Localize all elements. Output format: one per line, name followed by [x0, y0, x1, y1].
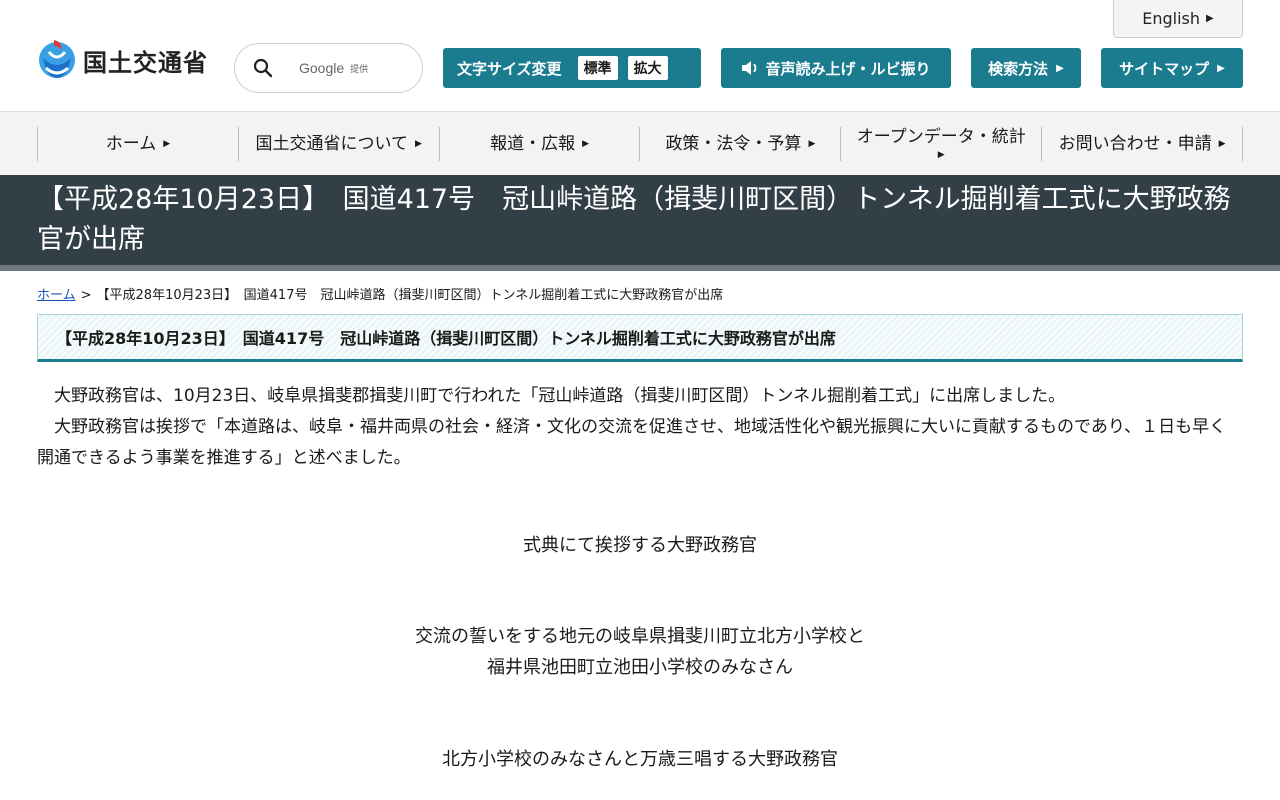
mlit-logo[interactable]: 国土交通省 — [37, 38, 208, 82]
breadcrumb-current: 【平成28年10月23日】 国道417号 冠山峠道路（揖斐川町区間）トンネル掘削… — [96, 288, 724, 303]
sitemap-button[interactable]: サイトマップ ▶ — [1101, 48, 1243, 88]
triangle-right-icon: ▶ — [163, 138, 171, 149]
triangle-right-icon: ▶ — [808, 138, 816, 149]
nav-item-label: ホーム — [105, 133, 157, 154]
photo-caption: 式典にて挨拶する大野政務官 — [37, 530, 1243, 561]
font-size-label: 文字サイズ変更 — [457, 59, 562, 78]
search-icon — [253, 58, 273, 78]
breadcrumb: ホーム > 【平成28年10月23日】 国道417号 冠山峠道路（揖斐川町区間）トン… — [37, 284, 723, 303]
language-label: English — [1142, 9, 1201, 28]
article-paragraph: 大野政務官は、10月23日、岐阜県揖斐郡揖斐川町で行われた「冠山峠道路（揖斐川町… — [54, 386, 1066, 406]
nav-item-label: お問い合わせ・申請 — [1058, 133, 1212, 154]
mlit-emblem-icon — [39, 40, 75, 78]
search-provider: Google — [299, 60, 345, 76]
site-search[interactable]: Google 提供 — [234, 43, 423, 93]
nav-item-policy[interactable]: 政策・法令・予算 ▶ — [639, 127, 840, 161]
font-size-large-button[interactable]: 拡大 — [627, 56, 668, 80]
nav-item-label: 国土交通省について — [255, 133, 409, 154]
triangle-right-icon: ▶ — [1218, 138, 1226, 149]
photo-caption-line: 福井県池田町立池田小学校のみなさん — [487, 657, 793, 678]
nav-item-home[interactable]: ホーム ▶ — [37, 127, 238, 161]
triangle-right-icon: ▶ — [1206, 13, 1214, 24]
breadcrumb-separator: > — [80, 288, 92, 303]
photo-caption-line: 北方小学校のみなさんと万歳三唱する大野政務官 — [442, 749, 838, 770]
breadcrumb-home-link[interactable]: ホーム — [37, 288, 76, 303]
nav-item-label: オープンデータ・統計 — [856, 127, 1026, 148]
voice-reading-button[interactable]: 音声読み上げ・ルビ振り — [721, 48, 951, 88]
font-size-control: 文字サイズ変更 標準 拡大 — [443, 48, 701, 88]
language-switch-english[interactable]: English ▶ — [1113, 0, 1243, 38]
global-nav: ホーム ▶ 国土交通省について ▶ 報道・広報 ▶ 政策・法令・予算 ▶ オープンデータ… — [0, 111, 1280, 175]
search-method-button[interactable]: 検索方法 ▶ — [971, 48, 1081, 88]
article-body: 大野政務官は、10月23日、岐阜県揖斐郡揖斐川町で行われた「冠山峠道路（揖斐川町… — [37, 381, 1243, 474]
nav-item-label: 政策・法令・予算 — [665, 133, 802, 154]
triangle-right-icon: ▶ — [1056, 62, 1064, 74]
title-divider — [0, 265, 1280, 271]
triangle-right-icon: ▶ — [415, 138, 422, 149]
font-size-standard-button[interactable]: 標準 — [577, 56, 618, 80]
article-heading: 【平成28年10月23日】 国道417号 冠山峠道路（揖斐川町区間）トンネル掘削… — [37, 314, 1243, 362]
sitemap-label: サイトマップ — [1119, 59, 1210, 78]
nav-item-label: 報道・広報 — [490, 133, 576, 154]
logo-text: 国土交通省 — [83, 48, 208, 77]
speaker-icon — [742, 61, 757, 75]
article-paragraph: 大野政務官は挨拶で「本道路は、岐阜・福井両県の社会・経済・文化の交流を促進させ、… — [37, 417, 1227, 468]
nav-item-contact[interactable]: お問い合わせ・申請 ▶ — [1041, 127, 1243, 161]
photo-caption: 北方小学校のみなさんと万歳三唱する大野政務官 — [37, 744, 1243, 775]
page-title: 【平成28年10月23日】 国道417号 冠山峠道路（揖斐川町区間）トンネル掘削… — [0, 175, 1280, 265]
triangle-right-icon: ▶ — [582, 138, 590, 149]
search-provided-label: 提供 — [350, 64, 369, 75]
nav-item-press[interactable]: 報道・広報 ▶ — [438, 127, 640, 161]
triangle-right-icon: ▶ — [937, 150, 945, 161]
search-method-label: 検索方法 — [988, 59, 1049, 78]
photo-caption: 交流の誓いをする地元の岐阜県揖斐川町立北方小学校と 福井県池田町立池田小学校のみ… — [37, 621, 1243, 683]
nav-item-open-data[interactable]: オープンデータ・統計 ▶ — [840, 127, 1041, 161]
nav-item-about[interactable]: 国土交通省について ▶ — [237, 127, 439, 161]
triangle-right-icon: ▶ — [1217, 62, 1225, 74]
photo-caption-line: 交流の誓いをする地元の岐阜県揖斐川町立北方小学校と — [415, 626, 865, 647]
voice-reading-label: 音声読み上げ・ルビ振り — [765, 59, 931, 78]
photo-caption-line: 式典にて挨拶する大野政務官 — [523, 535, 757, 556]
